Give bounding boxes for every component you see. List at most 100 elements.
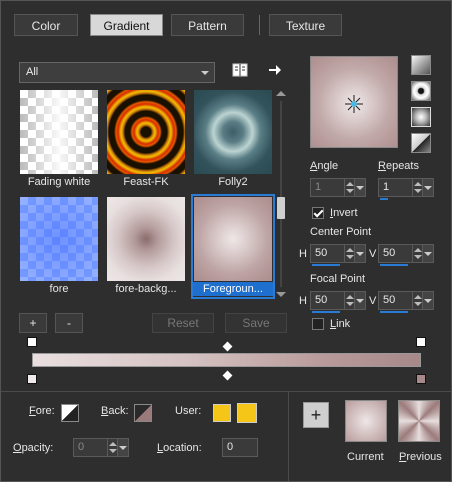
back-label: Back: — [101, 405, 129, 417]
gradient-item-fore[interactable]: fore — [19, 196, 99, 297]
previous-gradient-thumbnail[interactable] — [398, 400, 440, 442]
scroll-thumb[interactable] — [277, 197, 285, 219]
radial-style-icon[interactable] — [411, 133, 431, 153]
scroll-track — [280, 101, 282, 287]
focal-v-dropdown[interactable] — [422, 292, 433, 309]
category-dropdown[interactable]: All — [19, 62, 215, 83]
user-color-picker[interactable] — [237, 403, 257, 423]
invert-checkbox[interactable] — [312, 207, 324, 219]
gradient-thumbnail — [20, 90, 98, 174]
center-h-dropdown[interactable] — [354, 245, 365, 262]
center-v-dropdown[interactable] — [422, 245, 433, 262]
angle-value: 1 — [315, 181, 322, 193]
repeats-label: Repeats — [378, 160, 419, 172]
gradient-item-fading-white[interactable]: Fading white — [19, 89, 99, 190]
repeats-spinbox[interactable]: 1 — [378, 178, 434, 200]
gradient-thumbnail — [194, 90, 272, 174]
current-gradient-thumbnail[interactable] — [345, 400, 387, 442]
opacity-dropdown[interactable] — [117, 439, 128, 456]
save-button[interactable]: Save — [225, 313, 287, 333]
open-book-icon[interactable] — [231, 61, 249, 79]
previous-label: Previous — [399, 451, 442, 463]
chevron-down-icon — [201, 71, 209, 75]
color-midpoint-diamond[interactable] — [222, 370, 233, 381]
focal-v-spinbox[interactable]: 50 — [378, 291, 434, 313]
gradient-item-feast-fk[interactable]: Feast-FK — [106, 89, 186, 190]
focal-h-slider-bar — [312, 311, 340, 313]
location-input[interactable]: 0 — [222, 438, 258, 457]
focal-h-spinbox[interactable]: 50 — [310, 291, 366, 313]
gradient-name: Foregroun... — [193, 282, 273, 296]
center-v-label: V — [369, 248, 377, 260]
remove-gradient-button[interactable]: - — [55, 313, 83, 333]
center-h-slider-bar — [312, 264, 340, 266]
add-gradient-button[interactable]: + — [19, 313, 47, 333]
category-dropdown-value: All — [26, 66, 39, 78]
fore-label: Fore: — [29, 405, 55, 417]
back-color-swatch[interactable] — [134, 404, 152, 422]
user-color-swatch[interactable] — [213, 404, 231, 422]
focal-v-slider-bar — [380, 311, 408, 313]
linear-style-icon[interactable] — [411, 55, 431, 75]
focal-point-label: Focal Point — [310, 273, 366, 285]
opacity-label: Opacity: — [13, 442, 54, 454]
link-label: Link — [330, 318, 351, 330]
center-h-spinbox[interactable]: 50 — [310, 244, 366, 266]
repeats-dropdown[interactable] — [422, 179, 433, 196]
color-stop-left[interactable] — [27, 374, 37, 384]
gradient-thumbnail — [107, 197, 185, 281]
tab-color[interactable]: Color — [14, 14, 78, 36]
angle-spinbox[interactable]: 1 — [310, 178, 366, 197]
transparency-stop-left[interactable] — [27, 337, 37, 347]
current-label: Current — [347, 451, 384, 463]
invert-label: Invert — [330, 207, 358, 219]
gradient-name: fore — [49, 283, 69, 295]
bottom-divider — [288, 392, 289, 481]
gradient-name: fore-backg... — [115, 283, 177, 295]
gradient-item-foreground[interactable]: Foregroun... — [191, 194, 275, 299]
center-point-crosshair-icon[interactable] — [344, 94, 364, 114]
center-h-value: 50 — [315, 247, 328, 259]
gradient-thumbnail — [107, 90, 185, 174]
center-h-label: H — [299, 248, 307, 260]
gradient-dialog: Color Gradient Pattern Texture All Fadin… — [0, 0, 452, 482]
angle-dropdown[interactable] — [354, 179, 365, 196]
tab-texture[interactable]: Texture — [269, 14, 342, 36]
location-value: 0 — [227, 441, 234, 453]
gradient-thumbnail — [194, 197, 272, 281]
transparency-stop-right[interactable] — [416, 337, 426, 347]
gradient-editor-bar[interactable] — [32, 353, 421, 367]
repeats-value: 1 — [383, 181, 390, 193]
tab-separator — [259, 15, 260, 35]
center-point-label: Center Point — [310, 226, 372, 238]
center-v-value: 50 — [383, 247, 396, 259]
gradient-name: Folly2 — [218, 176, 248, 188]
focal-v-value: 50 — [383, 294, 396, 306]
tab-pattern[interactable]: Pattern — [171, 14, 244, 36]
scroll-up-icon[interactable] — [276, 91, 286, 96]
reset-button[interactable]: Reset — [152, 313, 214, 333]
opacity-spinbox[interactable]: 0 — [73, 438, 129, 457]
link-checkbox[interactable] — [312, 318, 324, 330]
gradient-name: Fading white — [27, 176, 91, 188]
fore-color-swatch[interactable] — [61, 404, 79, 422]
repeats-slider-bar — [380, 198, 388, 200]
color-stop-right[interactable] — [416, 374, 426, 384]
gradient-name: Feast-FK — [123, 176, 169, 188]
tab-gradient[interactable]: Gradient — [90, 14, 163, 36]
rectangular-style-icon[interactable] — [411, 81, 431, 101]
center-v-spinbox[interactable]: 50 — [378, 244, 434, 266]
scroll-down-icon[interactable] — [276, 292, 286, 297]
gradient-list-scrollbar[interactable] — [275, 89, 287, 299]
transparency-midpoint-diamond[interactable] — [222, 341, 233, 352]
focal-h-dropdown[interactable] — [354, 292, 365, 309]
gradient-item-fore-background[interactable]: fore-backg... — [106, 196, 186, 297]
location-label: Location: — [157, 442, 202, 454]
focal-h-label: H — [299, 295, 307, 307]
arrow-right-icon[interactable] — [266, 61, 284, 79]
focal-h-value: 50 — [315, 294, 328, 306]
sunburst-style-icon[interactable] — [411, 107, 431, 127]
gradient-preview[interactable] — [310, 56, 398, 148]
add-to-swatches-button[interactable]: + — [303, 402, 329, 428]
gradient-item-folly2[interactable]: Folly2 — [193, 89, 273, 190]
